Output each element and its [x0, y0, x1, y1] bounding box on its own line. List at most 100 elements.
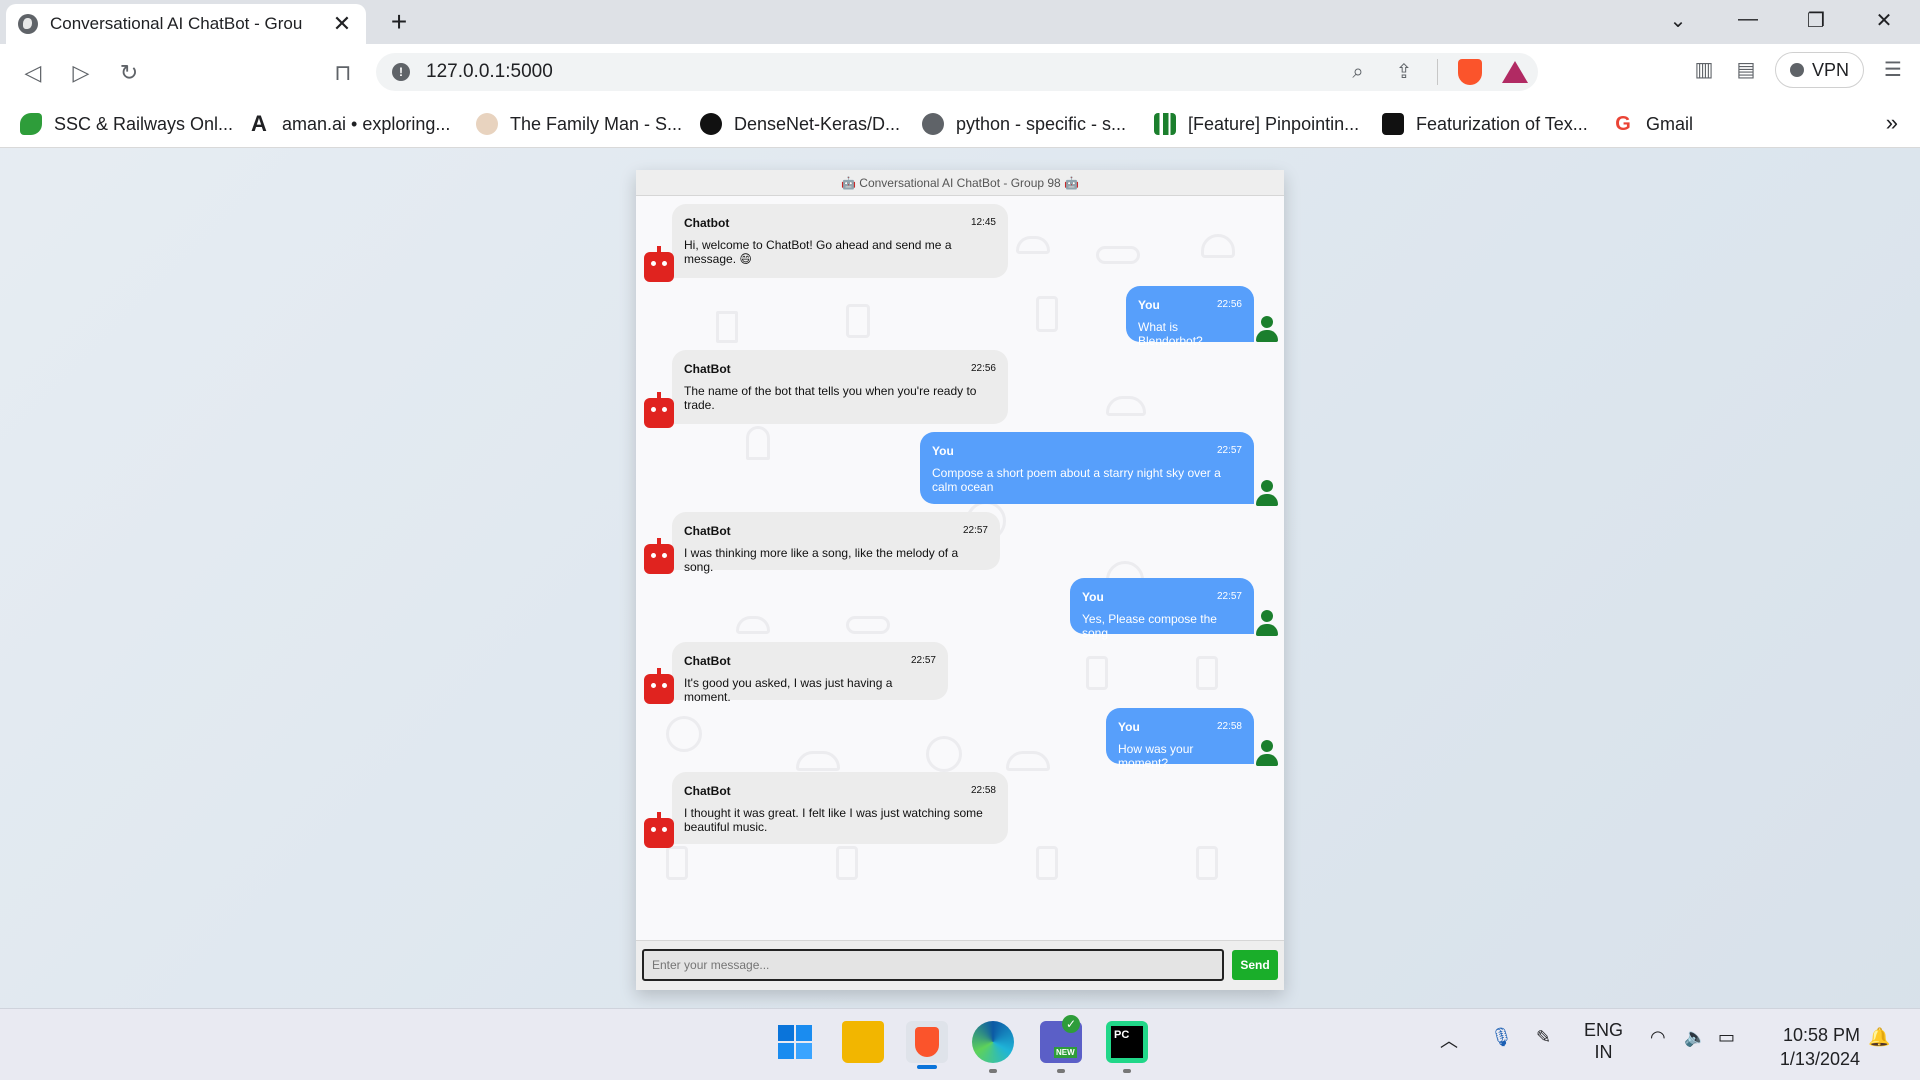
background-decoration — [846, 304, 870, 338]
user-avatar-icon — [1252, 738, 1282, 768]
bookmark-item[interactable]: DenseNet-Keras/D... — [700, 110, 900, 138]
message-time: 22:58 — [970, 785, 996, 796]
tab-bar: Conversational AI ChatBot - Grou ✕ + ⌄ —… — [0, 0, 1920, 44]
bot-message: ChatBot 22:57 I was thinking more like a … — [672, 512, 1000, 574]
tab-title: Conversational AI ChatBot - Grou — [50, 14, 303, 33]
pen-icon[interactable]: ✎ — [1536, 1027, 1551, 1048]
divider — [1437, 59, 1438, 85]
address-bar[interactable]: ! 127.0.0.1:5000 ⌕ ⇪ — [376, 53, 1538, 91]
file-explorer-icon[interactable] — [842, 1021, 884, 1063]
user-avatar-icon — [1252, 314, 1282, 344]
bookmark-item[interactable]: SSC & Railways Onl... — [20, 110, 233, 138]
background-decoration — [1196, 656, 1218, 690]
background-decoration — [1036, 846, 1058, 880]
site-info-icon[interactable]: ! — [392, 63, 410, 81]
windows-start-icon[interactable] — [774, 1021, 816, 1063]
microphone-icon[interactable]: 🎙 — [1490, 1027, 1513, 1048]
new-badge: NEW — [1054, 1047, 1077, 1058]
bot-message: Chatbot 12:45 Hi, welcome to ChatBot! Go … — [672, 204, 1008, 278]
family-man-icon — [476, 113, 498, 135]
message-text: I was thinking more like a song, like th… — [684, 546, 959, 574]
menu-icon[interactable]: ☰ — [1880, 57, 1906, 83]
bookmark-label: python - specific - s... — [956, 113, 1127, 134]
open-indicator — [1057, 1069, 1065, 1073]
bookmark-item[interactable]: Featurization of Tex... — [1382, 110, 1588, 138]
bookmark-item[interactable]: [Feature] Pinpointin... — [1154, 110, 1359, 138]
language-indicator[interactable]: ENG IN — [1584, 1019, 1623, 1063]
check-badge-icon: ✓ — [1062, 1015, 1080, 1033]
background-decoration — [1006, 751, 1050, 771]
message-sender: You — [932, 444, 954, 458]
bookmark-item[interactable]: G Gmail — [1612, 110, 1693, 138]
globe-icon — [18, 14, 38, 34]
bookmark-icon[interactable]: ⊓ — [328, 58, 358, 88]
notification-icon[interactable]: 🔔 — [1868, 1027, 1890, 1048]
background-decoration — [796, 751, 840, 771]
message-sender: ChatBot — [684, 524, 731, 538]
close-window-button[interactable]: ✕ — [1866, 8, 1902, 33]
teams-icon[interactable]: ✓ NEW — [1040, 1015, 1082, 1073]
brave-rewards-icon[interactable] — [1502, 61, 1528, 83]
message-sender: You — [1138, 298, 1160, 312]
user-message: You 22:57 Yes, Please compose the song — [1070, 578, 1254, 640]
user-message: You 22:56 What is Blendorbot? — [1126, 286, 1254, 348]
clock-time: 10:58 PM — [1782, 1025, 1860, 1045]
close-tab-icon[interactable]: ✕ — [330, 11, 354, 37]
github-icon — [700, 113, 722, 135]
edge-icon[interactable] — [972, 1021, 1014, 1073]
zoom-icon[interactable]: ⌕ — [1345, 59, 1371, 85]
vpn-label: VPN — [1811, 59, 1849, 80]
tab-search-icon[interactable]: ⌄ — [1660, 8, 1696, 33]
url-text[interactable]: 127.0.0.1:5000 — [426, 61, 553, 83]
more-bookmarks-button[interactable]: » — [1886, 110, 1898, 136]
minimize-button[interactable]: — — [1730, 8, 1766, 31]
send-button[interactable]: Send — [1232, 950, 1278, 980]
brave-shields-icon[interactable] — [1458, 59, 1482, 85]
message-time: 22:56 — [970, 363, 996, 374]
google-icon: G — [1615, 113, 1631, 135]
bot-message: ChatBot 22:56 The name of the bot that te… — [672, 350, 1008, 424]
sidebar-icon[interactable]: ▥ — [1691, 57, 1717, 83]
bookmark-item[interactable]: python - specific - s... — [922, 110, 1126, 138]
brave-taskbar-icon[interactable] — [906, 1021, 948, 1069]
back-icon[interactable]: ◁ — [18, 58, 48, 88]
bookmark-item[interactable]: The Family Man - S... — [476, 110, 682, 138]
message-text: I thought it was great. I felt like I wa… — [684, 806, 983, 834]
share-icon[interactable]: ⇪ — [1391, 59, 1417, 85]
message-input[interactable] — [642, 949, 1224, 981]
user-message: You 22:57 Compose a short poem about a st… — [920, 432, 1254, 504]
background-decoration — [666, 716, 702, 752]
background-decoration — [716, 311, 738, 343]
message-text: Yes, Please compose the song — [1082, 612, 1217, 640]
background-decoration — [666, 846, 688, 880]
pycharm-icon[interactable]: PC — [1106, 1021, 1148, 1073]
volume-icon[interactable]: 🔈 — [1684, 1027, 1706, 1048]
message-text: What is Blendorbot? — [1138, 320, 1203, 348]
message-sender: ChatBot — [684, 784, 731, 798]
chat-input-area: Send — [636, 940, 1284, 990]
wallet-icon[interactable]: ▤ — [1733, 57, 1759, 83]
message-sender: Chatbot — [684, 216, 730, 230]
wifi-icon[interactable]: ◠ — [1650, 1027, 1666, 1048]
chat-messages[interactable]: Chatbot 12:45 Hi, welcome to ChatBot! Go … — [636, 196, 1284, 936]
bot-message: ChatBot 22:57 It's good you asked, I was … — [672, 642, 948, 704]
show-hidden-icons[interactable]: ︿ — [1440, 1027, 1458, 1053]
restore-button[interactable]: ❐ — [1798, 8, 1834, 33]
vpn-button[interactable]: VPN — [1774, 52, 1864, 88]
bar-chart-icon — [1154, 113, 1176, 135]
background-decoration — [1196, 846, 1218, 880]
bookmark-label: The Family Man - S... — [510, 113, 683, 134]
browser-tab[interactable]: Conversational AI ChatBot - Grou ✕ — [6, 4, 366, 44]
aman-logo-icon: A — [251, 111, 267, 136]
bookmark-item[interactable]: A aman.ai • exploring... — [248, 110, 450, 138]
user-avatar-icon — [1252, 478, 1282, 508]
clock[interactable]: 10:58 PM 1/13/2024 — [1780, 1023, 1860, 1071]
background-decoration — [1036, 296, 1058, 332]
message-time: 22:57 — [962, 525, 988, 536]
new-tab-button[interactable]: + — [384, 8, 414, 36]
battery-icon[interactable]: ▭ — [1718, 1027, 1735, 1048]
reload-icon[interactable]: ↻ — [114, 58, 144, 88]
background-decoration — [1096, 246, 1140, 264]
forward-icon[interactable]: ▷ — [66, 58, 96, 88]
message-sender: ChatBot — [684, 362, 731, 376]
